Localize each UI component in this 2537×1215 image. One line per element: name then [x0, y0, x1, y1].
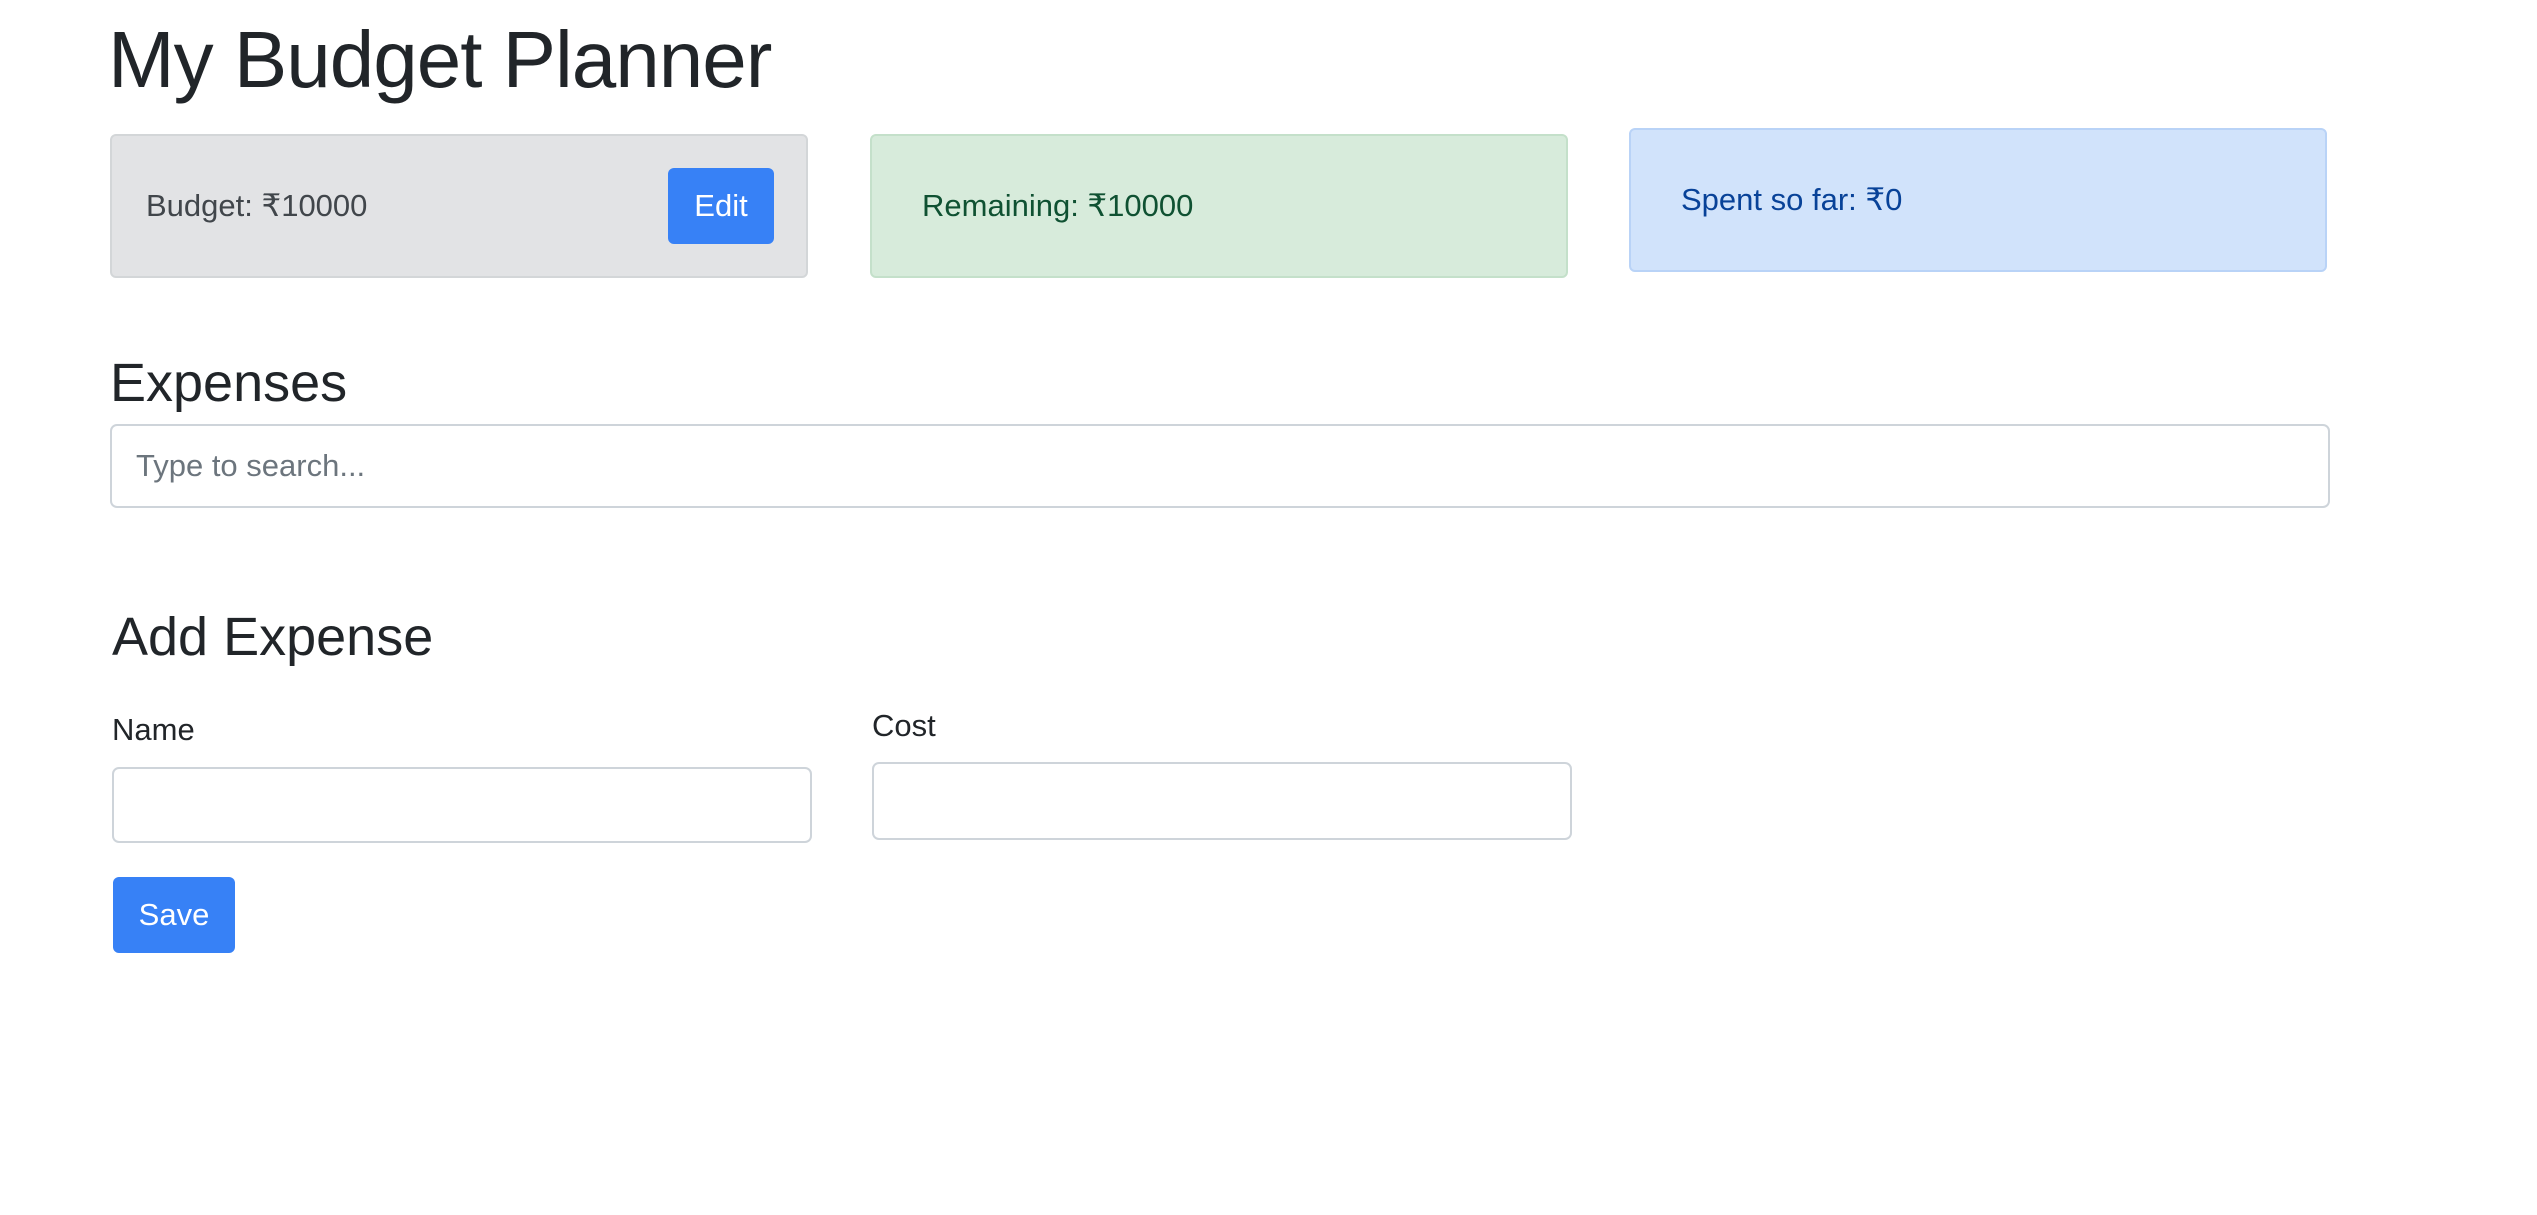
spent-card: Spent so far: ₹0: [1629, 128, 2327, 272]
name-label: Name: [112, 712, 195, 747]
edit-budget-button[interactable]: Edit: [668, 168, 774, 244]
remaining-text: Remaining: ₹10000: [922, 188, 1194, 223]
remaining-card: Remaining: ₹10000: [870, 134, 1568, 278]
spent-text: Spent so far: ₹0: [1681, 182, 1903, 217]
cost-label: Cost: [872, 708, 936, 743]
name-input[interactable]: [112, 767, 812, 843]
search-input[interactable]: [110, 424, 2330, 508]
expenses-heading: Expenses: [110, 353, 348, 413]
add-expense-heading: Add Expense: [112, 607, 434, 667]
budget-text: Budget: ₹10000: [146, 188, 368, 223]
budget-card: Budget: ₹10000 Edit: [110, 134, 808, 278]
save-button[interactable]: Save: [113, 877, 235, 953]
cost-input[interactable]: [872, 762, 1572, 840]
page-title: My Budget Planner: [108, 15, 772, 104]
